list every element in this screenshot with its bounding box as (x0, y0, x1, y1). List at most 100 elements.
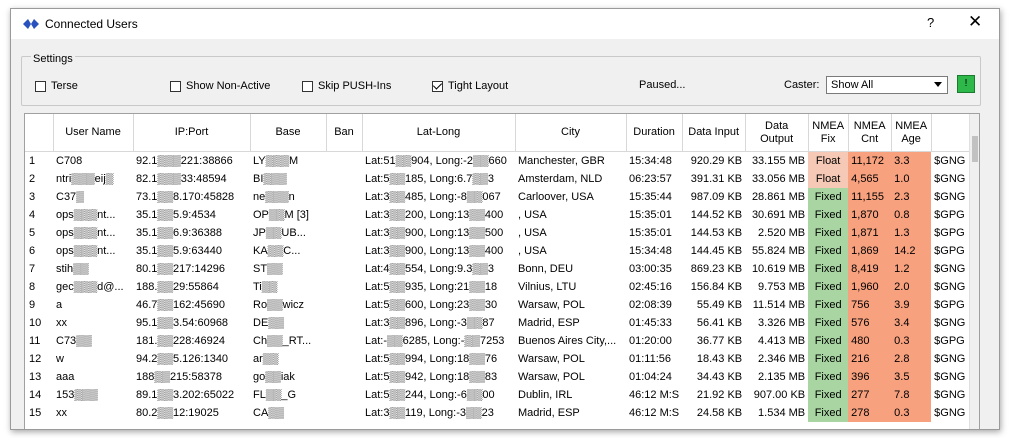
city-cell: Warsaw, POL (518, 299, 585, 311)
user-name-cell: gec▒▒▒d@... (56, 281, 124, 293)
city-cell: Buenos Aires City,... (518, 335, 617, 347)
nmea-cnt-cell: 1,960 (848, 278, 892, 296)
city-cell: Carloover, USA (518, 191, 594, 203)
caster-dropdown[interactable]: Show All (826, 76, 948, 94)
nmea-cnt-cell: 11,172 (848, 151, 892, 170)
lat-long-cell: Lat:5▒▒600, Long:23▒▒30 (365, 299, 498, 311)
duration-cell: 15:35:01 (629, 209, 672, 221)
checkbox-box[interactable] (432, 80, 443, 92)
data-input-cell: 987.09 KB (690, 191, 743, 203)
base-cell: JP▒▒UB... (253, 227, 306, 239)
scrollbar-thumb[interactable] (972, 136, 978, 162)
checkbox-box[interactable] (170, 80, 181, 92)
lat-long-cell: Lat:3▒▒900, Long:13▒▒400 (365, 245, 504, 257)
table-row[interactable]: 9 a 46.7▒▒162:45690 Ro▒▒wicz Lat:5▒▒600, Lon… (25, 296, 971, 314)
go-button[interactable]: ! (957, 75, 975, 93)
window-title: Connected Users (45, 17, 138, 31)
base-cell: ar▒▒ (253, 353, 279, 365)
duration-cell: 15:35:44 (629, 191, 672, 203)
user-name-cell: ops▒▒▒nt... (56, 209, 116, 221)
row-number: 5 (29, 227, 36, 239)
lat-long-cell: Lat:4▒▒554, Long:9.3▒▒3 (365, 263, 495, 275)
table-row[interactable]: 13 aaa 188▒▒215:58378 go▒▒iak Lat:5▒▒942, Lo… (25, 368, 971, 386)
user-name-cell: ops▒▒▒nt... (56, 227, 116, 239)
nmea-age-cell: 3.9 (891, 296, 932, 314)
col-header-city[interactable]: City (515, 114, 627, 152)
users-table: User Name IP:Port Base Ban Lat-Long City… (25, 114, 972, 422)
nmea-fix-cell: Fixed (808, 278, 849, 296)
nmea-cnt-cell: 216 (848, 350, 892, 368)
base-cell: ne▒▒▒n (253, 191, 295, 203)
table-row[interactable]: 10 xx 95.1▒▒3.54:60968 DE▒▒ Lat:3▒▒896, Long… (25, 314, 971, 332)
lat-long-cell: Lat:3▒▒485, Long:-8▒▒067 (365, 191, 501, 203)
ip-port-cell: 35.1▒▒6.9:36388 (136, 227, 222, 239)
city-cell: , USA (518, 245, 547, 257)
ban-cell (326, 188, 362, 206)
row-number: 1 (29, 155, 36, 167)
table-row[interactable]: 7 stih▒▒ 80.1▒▒217:14296 ST▒▒ Lat:4▒▒554, Lo… (25, 260, 971, 278)
data-input-cell: 144.53 KB (690, 227, 743, 239)
data-output-cell: 33.155 MB (751, 155, 806, 167)
nmea-cnt-cell: 8,419 (848, 260, 892, 278)
nmea-sentence-cell: $GPG (934, 209, 965, 221)
dropdown-arrow-icon (934, 82, 942, 87)
vertical-scrollbar[interactable] (969, 114, 979, 429)
checkbox-box[interactable] (302, 80, 313, 92)
show-non-active-checkbox[interactable]: Show Non-Active (170, 78, 270, 94)
nmea-cnt-cell: 1,871 (848, 224, 892, 242)
data-input-cell: 56.41 KB (696, 317, 743, 329)
table-row[interactable]: 6 ops▒▒▒nt... 35.1▒▒5.9:63440 KA▒▒C... Lat:3… (25, 242, 971, 260)
ip-port-cell: 188▒▒215:58378 (136, 371, 222, 383)
table-row[interactable]: 8 gec▒▒▒d@... 188.▒▒29:55864 Ti▒▒ Lat:5▒▒935… (25, 278, 971, 296)
col-header-lat-long[interactable]: Lat-Long (362, 114, 516, 152)
table-row[interactable]: 2 ntri▒▒▒eij▒ 82.1▒▒▒33:48594 BI▒▒▒ Lat:5▒▒1… (25, 170, 971, 188)
settings-group-label: Settings (31, 53, 75, 65)
city-cell: Madrid, ESP (518, 317, 580, 329)
base-cell: Ch▒▒_RT... (253, 335, 312, 347)
duration-cell: 06:23:57 (629, 173, 672, 185)
skip-push-ins-checkbox[interactable]: Skip PUSH-Ins (302, 78, 391, 94)
table-row[interactable]: 1 C708 92.1▒▒▒221:38866 LY▒▒▒M Lat:51▒▒904, … (25, 151, 971, 170)
col-header-row-number[interactable] (25, 114, 54, 152)
table-row[interactable]: 3 C37▒ 73.1▒▒8.170:45828 ne▒▒▒n Lat:3▒▒485, … (25, 188, 971, 206)
col-header-nmea-cnt[interactable]: NMEA Cnt (848, 114, 892, 152)
row-number: 10 (29, 317, 42, 329)
nmea-cnt-cell: 576 (848, 314, 892, 332)
close-button[interactable]: ✕ (968, 12, 982, 32)
col-header-nmea-age[interactable]: NMEA Age (891, 114, 932, 152)
duration-cell: 03:00:35 (629, 263, 672, 275)
ban-cell (326, 170, 362, 188)
ban-cell (326, 404, 362, 422)
col-header-base[interactable]: Base (250, 114, 327, 152)
col-header-data-output[interactable]: Data Output (745, 114, 809, 152)
user-name-cell: 153▒▒▒ (56, 389, 98, 401)
data-output-cell: 33.056 MB (751, 173, 806, 185)
checkbox-box[interactable] (35, 80, 46, 92)
base-cell: go▒▒iak (253, 371, 295, 383)
data-input-cell: 55.49 KB (696, 299, 743, 311)
city-cell: Madrid, ESP (518, 407, 580, 419)
col-header-ip-port[interactable]: IP:Port (133, 114, 251, 152)
data-input-cell: 156.84 KB (690, 281, 743, 293)
table-row[interactable]: 12 w 94.2▒▒5.126:1340 ar▒▒ Lat:5▒▒994, Long:… (25, 350, 971, 368)
col-header-ban[interactable]: Ban (326, 114, 363, 152)
table-row[interactable]: 5 ops▒▒▒nt... 35.1▒▒6.9:36388 JP▒▒UB... Lat:… (25, 224, 971, 242)
col-header-duration[interactable]: Duration (626, 114, 683, 152)
col-header-nmea-fix[interactable]: NMEA Fix (808, 114, 849, 152)
col-header-data-input[interactable]: Data Input (682, 114, 746, 152)
row-number: 14 (29, 389, 42, 401)
table-row[interactable]: 11 C73▒▒ 181.▒▒228:46924 Ch▒▒_RT... Lat:-▒▒6… (25, 332, 971, 350)
user-name-cell: xx (56, 317, 67, 329)
col-header-user-name[interactable]: User Name (53, 114, 134, 152)
row-number: 4 (29, 209, 36, 221)
table-row[interactable]: 4 ops▒▒▒nt... 35.1▒▒5.9:4534 OP▒▒M [3] Lat:3… (25, 206, 971, 224)
nmea-age-cell: 3.3 (891, 151, 932, 170)
table-row[interactable]: 14 153▒▒▒ 89.1▒▒3.202:65022 FL▒▒_G Lat:5▒▒24… (25, 386, 971, 404)
tight-layout-checkbox[interactable]: Tight Layout (432, 78, 508, 94)
col-header-nmea-sentence[interactable] (931, 114, 972, 152)
help-button[interactable]: ? (927, 15, 934, 30)
terse-checkbox[interactable]: Terse (35, 78, 78, 94)
table-row[interactable]: 15 xx 80.2▒▒12:19025 CA▒▒ Lat:3▒▒119, Long:-… (25, 404, 971, 422)
base-cell: KA▒▒C... (253, 245, 301, 257)
ip-port-cell: 46.7▒▒162:45690 (136, 299, 225, 311)
